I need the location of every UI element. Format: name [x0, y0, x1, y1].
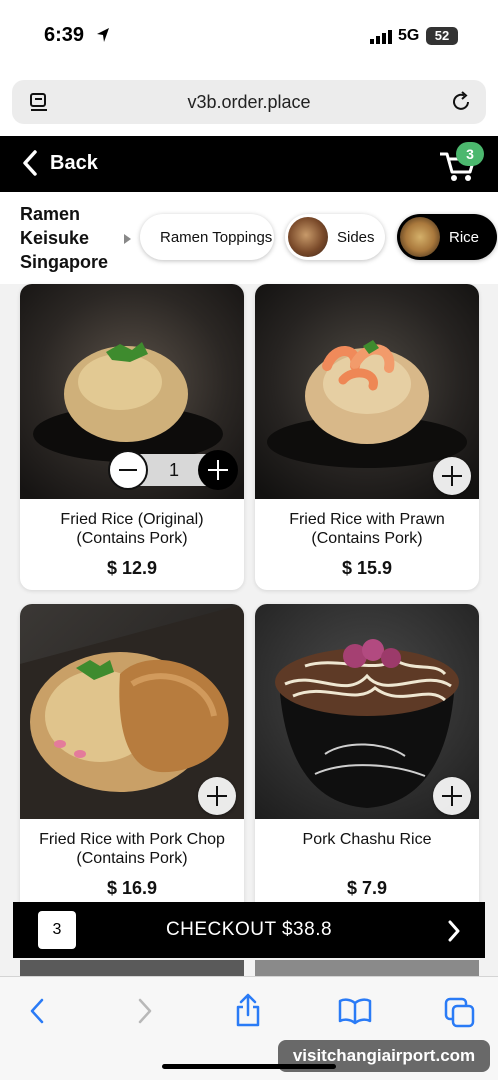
app-header: Back [0, 136, 498, 192]
product-card[interactable]: Fried Rice with Pork Chop (Contains Pork… [20, 604, 244, 916]
category-bar: Ramen Keisuke Singapore Ramen Toppings S… [0, 192, 498, 284]
increase-quantity-button[interactable] [198, 450, 238, 490]
rice-thumbnail [400, 217, 440, 257]
product-price: $ 15.9 [341, 558, 393, 578]
category-label: Rice [449, 228, 480, 246]
back-button[interactable]: Back [22, 150, 98, 176]
signal-icon [370, 30, 392, 44]
product-name: Fried Rice with Prawn (Contains Pork) [289, 511, 445, 547]
category-label: Ramen Toppings [160, 228, 273, 246]
cart-count-badge: 3 [456, 142, 484, 166]
product-card[interactable]: 1 Fried Rice (Original) (Contains Pork) … [20, 284, 244, 590]
quantity-stepper[interactable]: 1 [108, 450, 240, 490]
forward-arrow-icon[interactable] [136, 997, 154, 1025]
tabs-icon[interactable] [444, 997, 476, 1029]
bookmarks-icon[interactable] [338, 997, 372, 1025]
category-chip-ramen-toppings[interactable]: Ramen Toppings [140, 214, 274, 260]
chevron-right-icon [448, 920, 460, 942]
status-bar: 6:39 5G 52 [0, 0, 498, 72]
category-chip-rice[interactable]: Rice [397, 214, 497, 260]
category-chip-sides[interactable]: Sides [285, 214, 385, 260]
checkout-label: CHECKOUT $38.8 [165, 919, 333, 940]
add-to-cart-button[interactable] [433, 457, 471, 495]
network-type: 5G [398, 27, 420, 44]
product-card[interactable]: Fried Rice with Prawn (Contains Pork) $ … [255, 284, 479, 590]
url-text: v3b.order.place [187, 92, 311, 112]
location-arrow-icon [97, 28, 109, 42]
chevron-left-icon [23, 150, 37, 176]
back-label: Back [50, 151, 98, 174]
product-name: Fried Rice (Original) (Contains Pork) [60, 511, 204, 547]
home-indicator [162, 1064, 336, 1069]
checkout-button[interactable]: 3 CHECKOUT $38.8 [13, 902, 485, 958]
product-price: $ 16.9 [106, 878, 158, 898]
product-price: $ 7.9 [346, 878, 388, 898]
status-time: 6:39 [44, 24, 85, 46]
product-name: Pork Chashu Rice [302, 831, 432, 848]
add-to-cart-button[interactable] [433, 777, 471, 815]
scroll-left-chevron-icon[interactable] [124, 234, 131, 244]
sides-thumbnail [288, 217, 328, 257]
quantity-value: 1 [168, 460, 179, 480]
restaurant-name: Ramen Keisuke Singapore [20, 204, 109, 272]
product-card[interactable]: Pork Chashu Rice $ 7.9 [255, 604, 479, 916]
add-to-cart-button[interactable] [198, 777, 236, 815]
address-bar[interactable]: v3b.order.place [12, 80, 486, 124]
category-label: Sides [337, 228, 375, 246]
battery-icon: 52 [426, 27, 458, 45]
next-row-peek [20, 960, 244, 976]
browser-url-area: v3b.order.place [0, 72, 498, 136]
reload-icon[interactable] [450, 91, 472, 113]
share-icon[interactable] [234, 993, 262, 1027]
decrease-quantity-button[interactable] [108, 450, 148, 490]
next-row-peek [255, 960, 479, 976]
product-name: Fried Rice with Pork Chop (Contains Pork… [39, 831, 225, 867]
back-arrow-icon[interactable] [28, 997, 46, 1025]
product-price: $ 12.9 [106, 558, 158, 578]
